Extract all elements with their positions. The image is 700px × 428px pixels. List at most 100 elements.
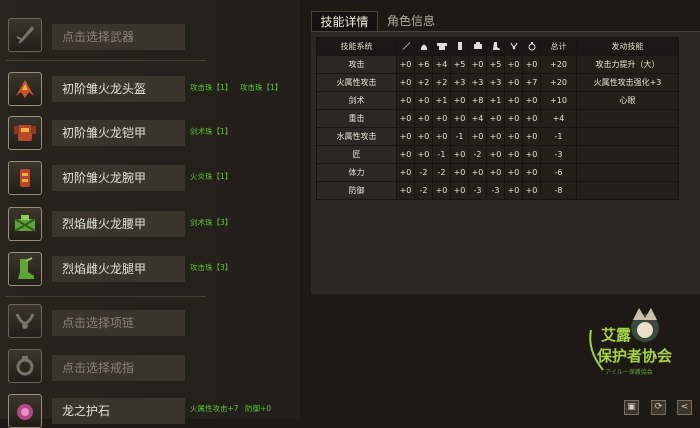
skill-value-cell: +0: [522, 55, 541, 74]
skill-value-cell: +0: [468, 55, 487, 74]
skill-value-cell: +0: [396, 181, 415, 200]
skill-name-cell: 重击: [316, 109, 397, 128]
arm-decoration-1: 火炎珠【1】: [190, 172, 233, 181]
share-icon[interactable]: <: [677, 400, 692, 415]
helmet-icon[interactable]: [8, 72, 42, 106]
waist-armor-icon[interactable]: [8, 207, 42, 241]
chest-armor-name[interactable]: 初阶雏火龙铠甲: [52, 120, 185, 146]
chest-icon: [432, 37, 451, 56]
skill-name-cell: 匠: [316, 145, 397, 164]
waist-armor-name[interactable]: 烈焰雌火龙腰甲: [52, 211, 185, 237]
necklace-select-field[interactable]: 点击选择项链: [52, 310, 185, 336]
talisman-skill-1: 火属性攻击+7: [190, 404, 239, 413]
leg-armor-name[interactable]: 烈焰雌火龙腿甲: [52, 256, 185, 282]
arm-icon: [450, 37, 469, 56]
skill-total-cell: +20: [540, 73, 577, 92]
helmet-decoration-1: 攻击珠【1】: [190, 83, 233, 92]
skill-name-cell: 攻击: [316, 55, 397, 74]
skill-value-cell: -3: [486, 181, 505, 200]
skill-value-cell: +0: [414, 91, 433, 110]
divider: [6, 296, 206, 297]
skill-value-cell: -2: [414, 181, 433, 200]
skill-total-cell: -3: [540, 145, 577, 164]
table-row: 体力 +0 -2 -2 +0 +0 +0 +0 +0 -6: [316, 163, 679, 182]
activated-skill-cell: 火属性攻击强化+3: [576, 73, 679, 92]
talisman-icon[interactable]: [8, 394, 42, 428]
skill-value-cell: +0: [522, 91, 541, 110]
skill-value-cell: +0: [396, 163, 415, 182]
necklace-slot-icon[interactable]: [8, 304, 42, 338]
divider: [6, 60, 206, 61]
table-row: 水属性攻击 +0 +0 +0 -1 +0 +0 +0 +0 -1: [316, 127, 679, 146]
waist-icon: [468, 37, 487, 56]
ring-slot-icon[interactable]: [8, 349, 42, 383]
skill-value-cell: +0: [396, 109, 415, 128]
skill-value-cell: +3: [450, 73, 469, 92]
activated-skill-cell: 心眼: [576, 91, 679, 110]
skill-name-cell: 水属性攻击: [316, 127, 397, 146]
talisman-name[interactable]: 龙之护石: [52, 398, 185, 424]
skill-value-cell: +6: [414, 55, 433, 74]
arm-armor-name[interactable]: 初阶雏火龙腕甲: [52, 165, 185, 191]
skill-value-cell: +0: [468, 163, 487, 182]
skill-value-cell: +8: [468, 91, 487, 110]
ring-select-field[interactable]: 点击选择戒指: [52, 355, 185, 381]
helmet-name[interactable]: 初阶雏火龙头盔: [52, 76, 185, 102]
refresh-icon[interactable]: ⟳: [651, 400, 666, 415]
skill-value-cell: +0: [432, 127, 451, 146]
arm-armor-icon[interactable]: [8, 161, 42, 195]
activated-skill-cell: [576, 163, 679, 182]
skill-value-cell: +5: [486, 55, 505, 74]
chest-decoration-1: 剑术珠【1】: [190, 127, 233, 136]
skill-value-cell: +2: [414, 73, 433, 92]
necklace-icon: [504, 37, 523, 56]
weapon-select-field[interactable]: 点击选择武器: [52, 24, 185, 50]
skill-value-cell: +0: [450, 109, 469, 128]
skill-total-cell: +20: [540, 55, 577, 74]
skill-value-cell: +0: [486, 163, 505, 182]
header-total: 总计: [540, 37, 577, 56]
skill-value-cell: +0: [432, 181, 451, 200]
activated-skill-cell: 攻击力提升（大）: [576, 55, 679, 74]
skill-value-cell: +0: [486, 127, 505, 146]
skill-table-panel: 技能系统 总计 发动技能 攻击 +0 +6 +4 +5 +0 +5 +0 +0 +20 攻击力提升（…: [311, 32, 700, 294]
weapon-slot-icon[interactable]: [8, 18, 42, 52]
skill-name-cell: 防御: [316, 181, 397, 200]
skill-value-cell: +0: [522, 127, 541, 146]
skill-value-cell: +0: [522, 181, 541, 200]
skill-value-cell: +5: [450, 55, 469, 74]
skill-value-cell: +0: [450, 163, 469, 182]
chest-armor-icon[interactable]: [8, 116, 42, 150]
skill-value-cell: -1: [450, 127, 469, 146]
skill-value-cell: +0: [504, 145, 523, 164]
skill-name-cell: 体力: [316, 163, 397, 182]
header-activated-skill: 发动技能: [576, 37, 679, 56]
skill-total-cell: -1: [540, 127, 577, 146]
table-row: 匠 +0 +0 -1 +0 -2 +0 +0 +0 -3: [316, 145, 679, 164]
skill-value-cell: +0: [450, 181, 469, 200]
skill-value-cell: +0: [450, 145, 469, 164]
skill-value-cell: +0: [504, 127, 523, 146]
skill-value-cell: -2: [414, 163, 433, 182]
skill-name-cell: 剑术: [316, 91, 397, 110]
leg-armor-icon[interactable]: [8, 252, 42, 286]
talisman-skill-2: 防御+0: [245, 404, 272, 413]
logo-line-1: 艾露: [601, 326, 632, 344]
helmet-icon: [414, 37, 433, 56]
tab-skill-details[interactable]: 技能详情: [311, 11, 378, 32]
tab-character-info[interactable]: 角色信息: [381, 11, 441, 32]
activated-skill-cell: [576, 127, 679, 146]
activated-skill-cell: [576, 109, 679, 128]
equipment-panel: 点击选择武器 初阶雏火龙头盔 攻击珠【1】 攻击珠【1】 初阶雏火龙铠甲 剑术珠…: [0, 0, 300, 428]
skill-value-cell: +0: [504, 55, 523, 74]
skill-value-cell: +0: [450, 91, 469, 110]
skill-value-cell: +3: [486, 73, 505, 92]
save-icon[interactable]: ▣: [624, 400, 639, 415]
skill-value-cell: +0: [432, 109, 451, 128]
skill-value-cell: +0: [504, 91, 523, 110]
skill-total-cell: +10: [540, 91, 577, 110]
table-row: 火属性攻击 +0 +2 +2 +3 +3 +3 +0 +7 +20 火属性攻击强化+3: [316, 73, 679, 92]
skill-value-cell: +0: [486, 109, 505, 128]
skills-panel: 技能详情 角色信息 技能系统 总计 发动技能 攻击 +0 +6 +4 +5 +0…: [305, 0, 700, 419]
skill-name-cell: 火属性攻击: [316, 73, 397, 92]
